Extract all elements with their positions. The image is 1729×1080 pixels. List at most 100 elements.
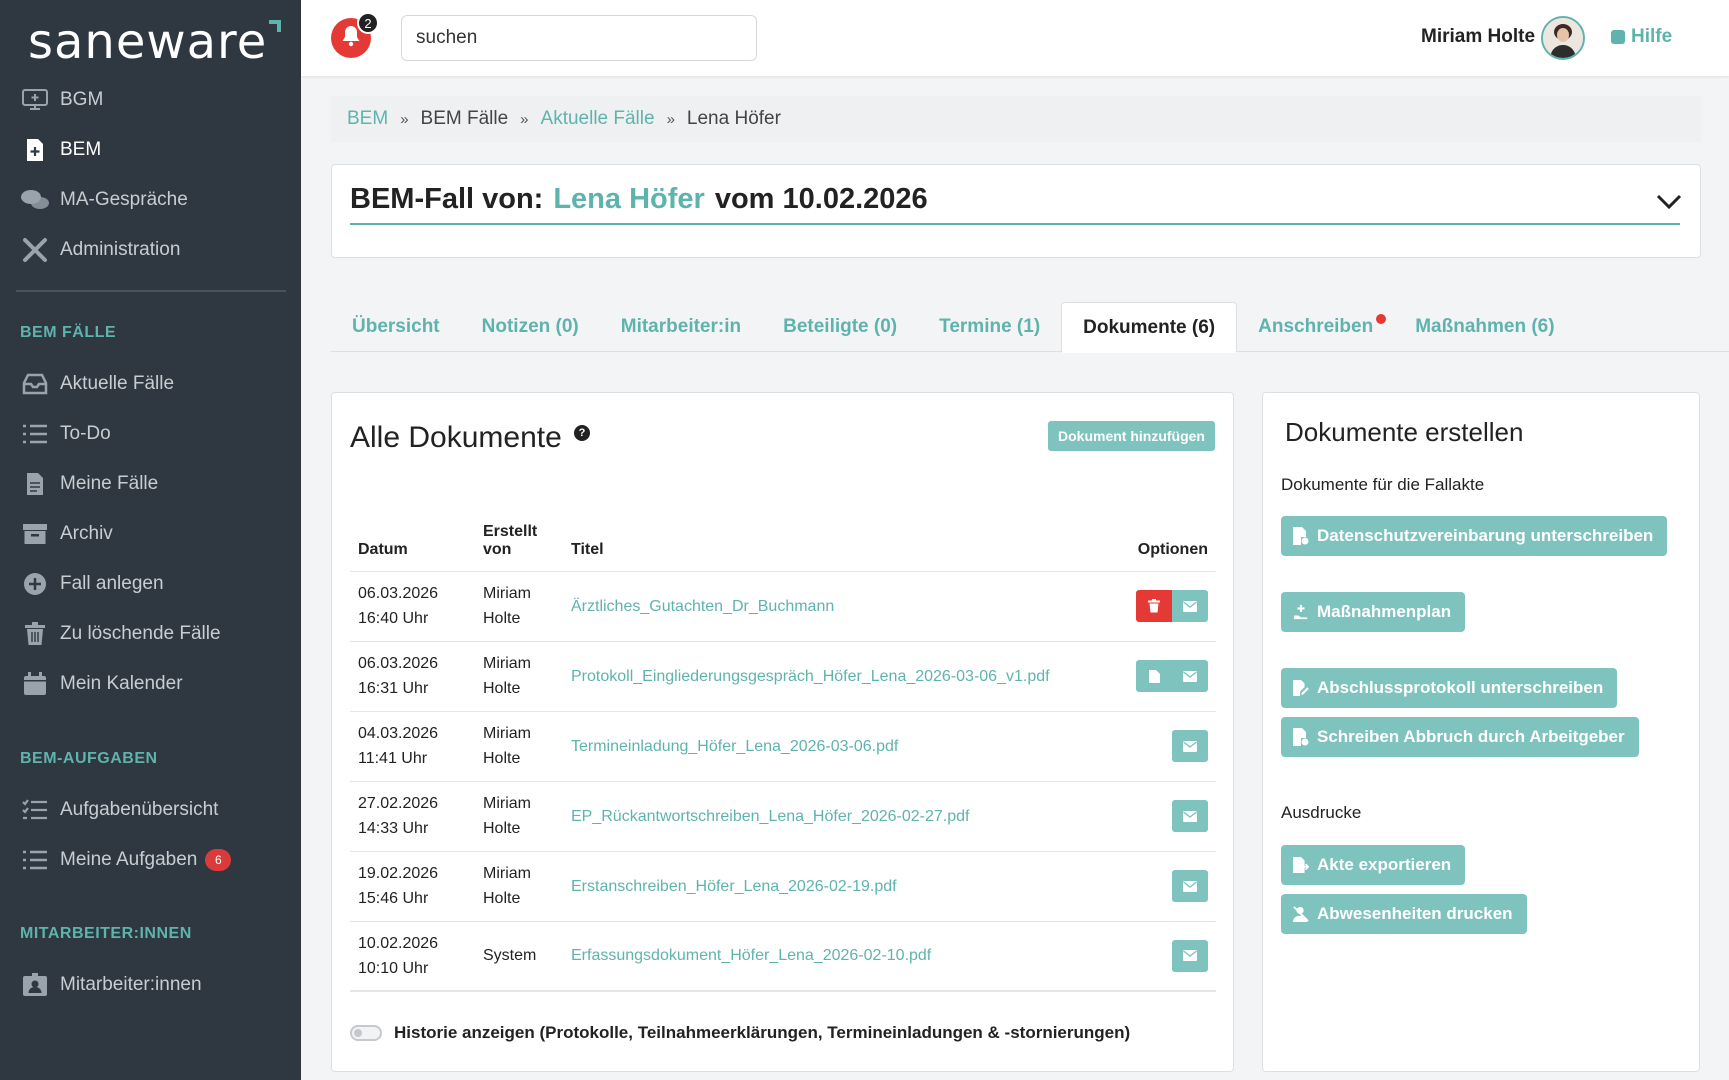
history-toggle[interactable] (350, 1025, 382, 1041)
tab-mitarbeiter[interactable]: Mitarbeiter:in (600, 302, 762, 352)
mail-button[interactable] (1172, 939, 1208, 972)
documents-table: Datum Erstellt von Titel Optionen 06.03.2… (350, 503, 1216, 992)
mail-button[interactable] (1172, 800, 1208, 832)
search-input[interactable] (401, 15, 757, 61)
case-employee-name[interactable]: Lena Höfer (553, 183, 704, 216)
nav-item-ma-gespraeche[interactable]: MA-Gespräche (20, 180, 188, 220)
time: 15:46 Uhr (358, 890, 429, 907)
breadcrumb-link-aktuelle-faelle[interactable]: Aktuelle Fälle (541, 108, 655, 130)
logo-accent (269, 20, 282, 32)
nav-item-archiv[interactable]: Archiv (20, 514, 113, 554)
nav-item-aktuelle-faelle[interactable]: Aktuelle Fälle (20, 364, 174, 404)
cell-date: 10.02.2026 10:10 Uhr (350, 920, 475, 992)
cell-created-by: Miriam Holte (475, 640, 563, 711)
mail-button[interactable] (1172, 590, 1208, 622)
mail-icon (1183, 880, 1197, 892)
delete-button[interactable] (1136, 590, 1172, 622)
document-link[interactable]: Erfassungsdokument_Höfer_Lena_2026-02-10… (563, 920, 1116, 992)
button-label: Abwesenheiten drucken (1317, 904, 1513, 923)
cell-options (1116, 920, 1216, 992)
nav-item-meine-aufgaben[interactable]: Meine Aufgaben 6 (20, 840, 232, 880)
date: 06.03.2026 (358, 655, 439, 672)
tab-label: Übersicht (352, 316, 440, 337)
add-document-button[interactable]: Dokument hinzufügen (1048, 421, 1215, 451)
file-export-icon (1293, 856, 1309, 874)
col-header-created-by[interactable]: Erstellt von (475, 503, 563, 571)
col-header-title[interactable]: Titel (563, 503, 1116, 571)
notification-count-badge: 2 (357, 12, 379, 34)
nav-item-zu-loeschende-faelle[interactable]: Zu löschende Fälle (20, 614, 221, 654)
mail-button[interactable] (1172, 870, 1208, 902)
documents-title: Alle Dokumente (350, 421, 562, 454)
file-icon (1148, 669, 1160, 683)
time: 14:33 Uhr (358, 820, 429, 837)
nav-item-mein-kalender[interactable]: Mein Kalender (20, 664, 183, 704)
user-name[interactable]: Miriam Holte (1421, 26, 1535, 48)
phone-icon (1611, 30, 1625, 44)
nav-label: Mein Kalender (60, 673, 183, 694)
mail-icon (1183, 600, 1197, 612)
help-question-icon[interactable]: ? (574, 425, 590, 441)
button-label: Schreiben Abbruch durch Arbeitgeber (1317, 727, 1625, 746)
nav-item-bgm[interactable]: BGM (20, 80, 103, 120)
logo[interactable]: saneware (28, 14, 282, 70)
cell-date: 27.02.2026 14:33 Uhr (350, 780, 475, 851)
nav-label: BEM (60, 139, 102, 160)
case-header[interactable]: BEM-Fall von: Lena Höfer vom 10.02.2026 (331, 164, 1701, 258)
breadcrumb-current: Lena Höfer (686, 108, 781, 129)
help-link[interactable]: Hilfe (1611, 26, 1672, 48)
table-row: 06.03.2026 16:31 Uhr Miriam Holte Protokol… (350, 640, 1216, 711)
document-link[interactable]: Erstanschreiben_Höfer_Lena_2026-02-19.pd… (563, 850, 1116, 921)
table-row: 10.02.2026 10:10 Uhr System Erfassungsdok… (350, 920, 1216, 992)
tab-label: Anschreiben (1258, 316, 1374, 337)
tab-termine[interactable]: Termine (1) (918, 302, 1061, 352)
col-header-date[interactable]: Datum (350, 503, 475, 571)
document-link[interactable]: Termineinladung_Höfer_Lena_2026-03-06.pd… (563, 710, 1116, 781)
datenschutz-sign-button[interactable]: Datenschutzvereinbarung unterschreiben (1281, 516, 1668, 556)
nav-label: Aufgabenübersicht (60, 799, 219, 820)
tab-beteiligte[interactable]: Beteiligte (0) (762, 302, 918, 352)
tab-label: Mitarbeiter:in (620, 316, 742, 337)
mail-button[interactable] (1172, 660, 1208, 692)
tab-notizen[interactable]: Notizen (0) (461, 302, 600, 352)
nav-item-mitarbeiterinnen[interactable]: Mitarbeiter:innen (20, 965, 202, 1005)
nav-item-fall-anlegen[interactable]: Fall anlegen (20, 564, 164, 604)
document-link[interactable]: EP_Rückantwortschreiben_Lena_Höfer_2026-… (563, 780, 1116, 851)
chat-bubbles-icon (20, 187, 50, 213)
chevron-down-icon[interactable] (1656, 189, 1682, 217)
nav-item-todo[interactable]: To-Do (20, 414, 111, 454)
abbruch-arbeitgeber-button[interactable]: Schreiben Abbruch durch Arbeitgeber (1281, 717, 1639, 757)
creator-last: Holte (483, 890, 521, 907)
tab-label: Termine (1) (939, 316, 1041, 337)
tab-uebersicht[interactable]: Übersicht (331, 302, 461, 352)
nav-item-aufgabenuebersicht[interactable]: Aufgabenübersicht (20, 790, 218, 830)
document-link[interactable]: Protokoll_Eingliederungsgespräch_Höfer_L… (563, 640, 1116, 711)
tab-massnahmen[interactable]: Maßnahmen (6) (1394, 302, 1575, 352)
nav-item-administration[interactable]: Administration (20, 230, 180, 270)
abschlussprotokoll-sign-button[interactable]: Abschlussprotokoll unterschreiben (1281, 668, 1618, 708)
history-label[interactable]: Historie anzeigen (Protokolle, Teilnahme… (394, 1023, 1130, 1043)
nav-label: Aktuelle Fälle (60, 373, 175, 394)
monitor-plus-icon (20, 87, 50, 113)
akte-exportieren-button[interactable]: Akte exportieren (1281, 845, 1466, 885)
document-link[interactable]: Ärztliches_Gutachten_Dr_Buchmann (563, 570, 1116, 641)
tab-anschreiben[interactable]: Anschreiben (1237, 302, 1394, 352)
breadcrumb-link-bem[interactable]: BEM (347, 108, 388, 130)
nav-item-bem[interactable]: BEM (20, 130, 101, 170)
abwesenheiten-drucken-button[interactable]: Abwesenheiten drucken (1281, 894, 1527, 934)
tab-dokumente[interactable]: Dokumente (6) (1061, 302, 1238, 353)
section-label-ausdrucke: Ausdrucke (1281, 803, 1362, 822)
checklist-icon (20, 797, 50, 823)
nav-item-meine-faelle[interactable]: Meine Fälle (20, 464, 158, 504)
nav-label: Zu löschende Fälle (60, 623, 221, 644)
case-title-prefix: BEM-Fall von: (350, 183, 544, 215)
mail-button[interactable] (1172, 730, 1208, 762)
file-button[interactable] (1136, 660, 1172, 692)
avatar[interactable] (1541, 16, 1585, 60)
nav-label: Mitarbeiter:innen (60, 974, 202, 995)
nav-label: Archiv (60, 523, 113, 544)
inbox-icon (20, 371, 50, 397)
cell-created-by: Miriam Holte (475, 850, 563, 921)
list-icon (20, 847, 50, 873)
massnahmenplan-button[interactable]: Maßnahmenplan (1281, 592, 1466, 632)
